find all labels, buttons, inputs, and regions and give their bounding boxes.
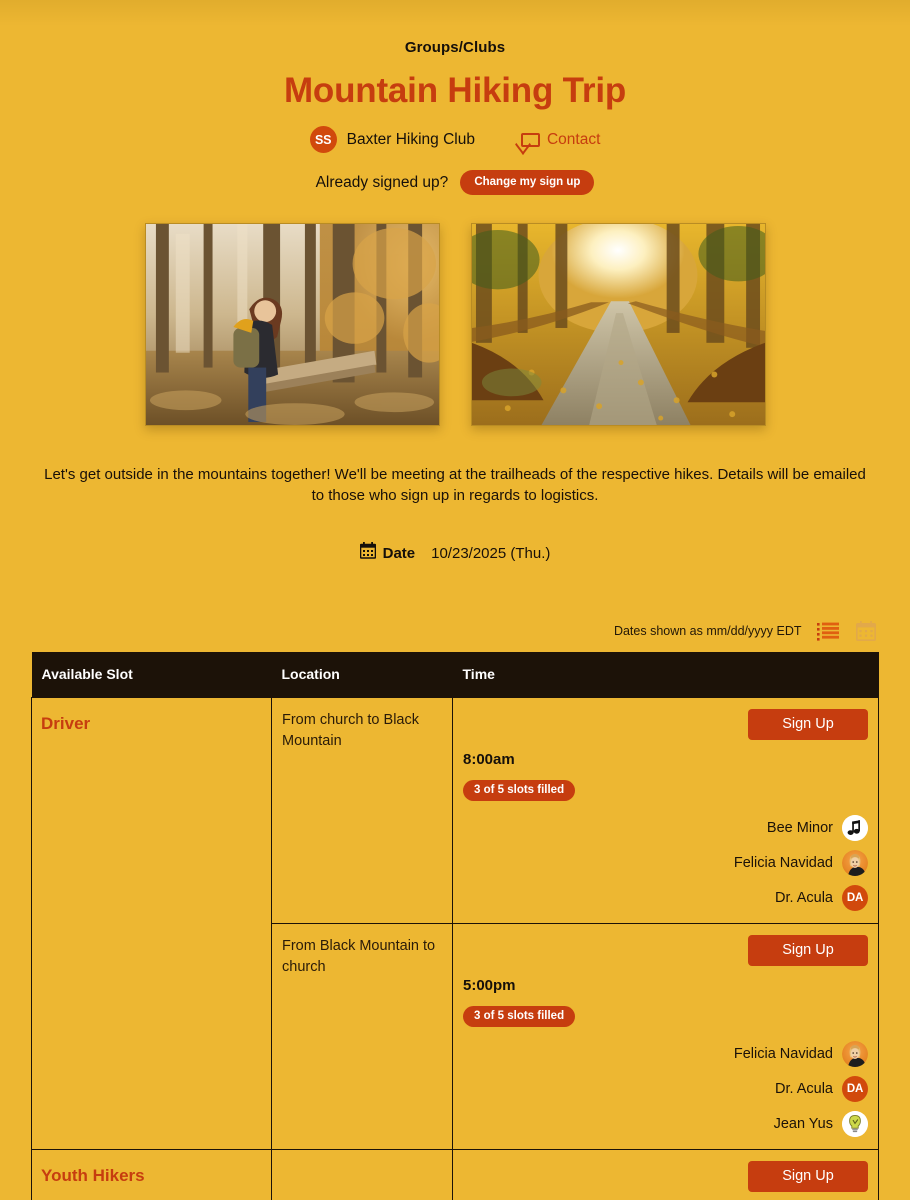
sign-up-button[interactable]: Sign Up bbox=[748, 1161, 868, 1193]
sign-up-button[interactable]: Sign Up bbox=[748, 935, 868, 967]
participant-name: Dr. Acula bbox=[774, 890, 833, 907]
participants-list: Bee Minor Felicia Navidad Dr. Acula DA bbox=[463, 815, 868, 912]
location-cell bbox=[271, 1149, 453, 1200]
photo-hiker[interactable] bbox=[144, 223, 440, 426]
slots-section: Dates shown as mm/dd/yyyy EDT Available … bbox=[0, 620, 910, 1200]
event-date-row: Date 10/23/2025 (Thu.) bbox=[0, 542, 910, 564]
slot-time: 5:00pm bbox=[463, 977, 516, 995]
signup-bar: Sign Up bbox=[463, 1150, 868, 1193]
organizer-row: SS Baxter Hiking Club Contact bbox=[0, 126, 910, 153]
already-signed-up-row: Already signed up? Change my sign up bbox=[0, 170, 910, 195]
participant-name: Felicia Navidad bbox=[733, 1046, 833, 1063]
column-header-time: Time bbox=[452, 652, 879, 698]
signup-bar: Sign Up bbox=[463, 698, 868, 741]
participant-name: Bee Minor bbox=[766, 820, 833, 837]
participant-name: Dr. Acula bbox=[774, 1081, 833, 1098]
list-view-icon[interactable] bbox=[816, 620, 840, 642]
avatar bbox=[842, 1041, 868, 1068]
organizer-avatar: SS bbox=[309, 126, 337, 153]
signup-page: Groups/Clubs Mountain Hiking Trip SS Bax… bbox=[0, 0, 910, 1200]
photo-forest-path[interactable] bbox=[470, 223, 766, 426]
list-item: Jean Yus bbox=[773, 1111, 868, 1138]
event-description: Let's get outside in the mountains toget… bbox=[44, 466, 866, 504]
avatar: DA bbox=[842, 1076, 868, 1103]
change-my-sign-up-button[interactable]: Change my sign up bbox=[460, 170, 595, 195]
timezone-note: Dates shown as mm/dd/yyyy EDT bbox=[613, 624, 802, 639]
list-item: Felicia Navidad bbox=[733, 850, 868, 877]
breadcrumb-groups-clubs: Groups/Clubs bbox=[404, 39, 506, 56]
table-row: Youth Hikers Sign Up 4:00pm 2 of 15 slot… bbox=[31, 1149, 879, 1200]
contact-label: Contact bbox=[546, 130, 601, 148]
list-item: Felicia Navidad bbox=[733, 1041, 868, 1068]
slots-filled-badge: 3 of 5 slots filled bbox=[463, 1006, 576, 1028]
column-header-location: Location bbox=[271, 652, 453, 698]
time-cell: Sign Up 5:00pm 3 of 5 slots filled Felic… bbox=[452, 923, 879, 1151]
date-label: Date bbox=[382, 544, 416, 562]
location-cell: From Black Mountain to church bbox=[271, 923, 453, 1151]
slot-time: 8:00am bbox=[463, 751, 515, 769]
table-row: Driver From church to Black Mountain Sig… bbox=[31, 697, 879, 1151]
envelope-icon bbox=[520, 132, 540, 147]
time-cell: Sign Up 4:00pm 2 of 15 slots filled bbox=[452, 1149, 879, 1200]
calendar-icon bbox=[359, 542, 376, 564]
time-cell: Sign Up 8:00am 3 of 5 slots filled Bee M… bbox=[452, 697, 879, 925]
location-cell: From church to Black Mountain bbox=[271, 697, 453, 925]
slot-name-cell: Youth Hikers bbox=[31, 1149, 272, 1200]
sign-up-button[interactable]: Sign Up bbox=[748, 709, 868, 741]
table-body: Driver From church to Black Mountain Sig… bbox=[31, 697, 879, 1200]
lightbulb-icon bbox=[842, 1111, 868, 1138]
organizer-name: Baxter Hiking Club bbox=[346, 130, 475, 148]
signup-slots-table: Available Slot Location Time Driver From… bbox=[31, 652, 879, 1200]
participants-list: Felicia Navidad Dr. Acula DA Jean Yus bbox=[463, 1041, 868, 1138]
slots-filled-badge: 3 of 5 slots filled bbox=[463, 780, 576, 802]
already-signed-up-label: Already signed up? bbox=[315, 173, 449, 191]
contact-link[interactable]: Contact bbox=[520, 130, 601, 149]
list-item: Dr. Acula DA bbox=[774, 885, 868, 912]
participant-name: Jean Yus bbox=[773, 1116, 833, 1133]
avatar bbox=[842, 850, 868, 877]
list-item: Bee Minor bbox=[766, 815, 868, 842]
calendar-view-icon[interactable] bbox=[854, 620, 878, 642]
list-item: Dr. Acula DA bbox=[774, 1076, 868, 1103]
page-title: Mountain Hiking Trip bbox=[283, 71, 627, 110]
signup-bar: Sign Up bbox=[463, 924, 868, 967]
table-toolbar: Dates shown as mm/dd/yyyy EDT bbox=[32, 620, 879, 652]
date-value: 10/23/2025 (Thu.) bbox=[431, 544, 551, 562]
music-note-icon bbox=[842, 815, 868, 842]
slot-name-cell: Driver bbox=[31, 697, 272, 1151]
column-header-available-slot: Available Slot bbox=[31, 652, 272, 698]
avatar: DA bbox=[842, 885, 868, 912]
table-header: Available Slot Location Time bbox=[31, 652, 879, 698]
participant-name: Felicia Navidad bbox=[733, 855, 833, 872]
photo-gallery bbox=[0, 223, 910, 426]
table-header-row: Available Slot Location Time bbox=[31, 652, 879, 698]
